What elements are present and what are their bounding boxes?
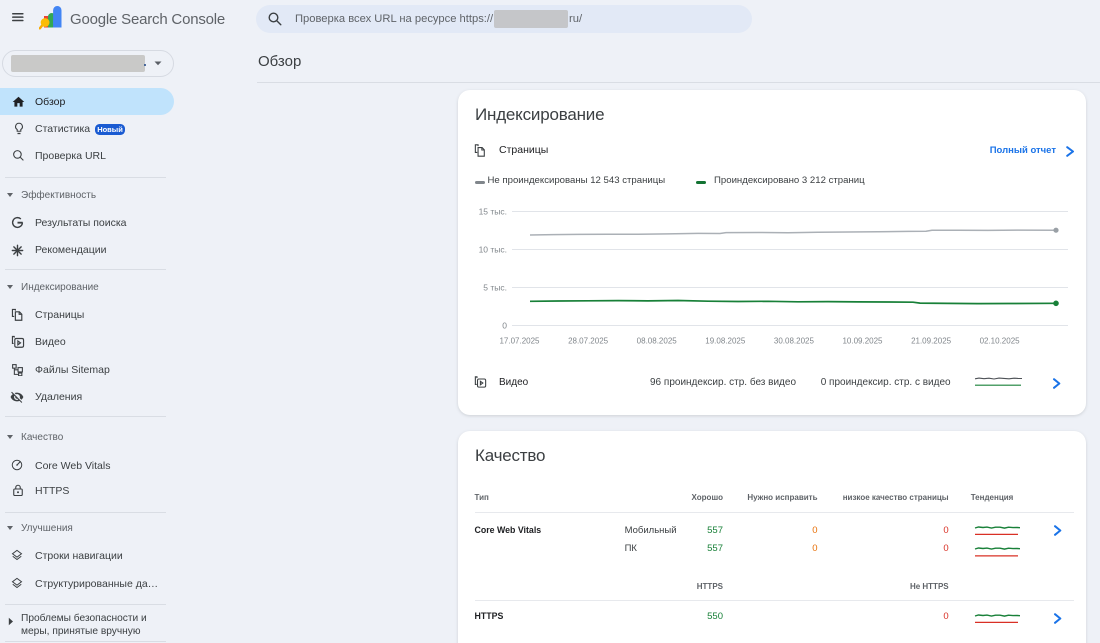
svg-text:0: 0 [502, 321, 507, 331]
svg-text:21.09.2025: 21.09.2025 [911, 337, 952, 346]
svg-text:10.09.2025: 10.09.2025 [842, 337, 883, 346]
svg-text:28.07.2025: 28.07.2025 [568, 337, 609, 346]
svg-text:15 тыс.: 15 тыс. [479, 207, 507, 217]
svg-text:02.10.2025: 02.10.2025 [980, 337, 1021, 346]
svg-text:30.08.2025: 30.08.2025 [774, 337, 815, 346]
svg-text:08.08.2025: 08.08.2025 [637, 337, 678, 346]
svg-text:10 тыс.: 10 тыс. [479, 245, 507, 255]
svg-text:5 тыс.: 5 тыс. [483, 283, 507, 293]
svg-text:19.08.2025: 19.08.2025 [705, 337, 746, 346]
svg-text:17.07.2025: 17.07.2025 [499, 337, 540, 346]
